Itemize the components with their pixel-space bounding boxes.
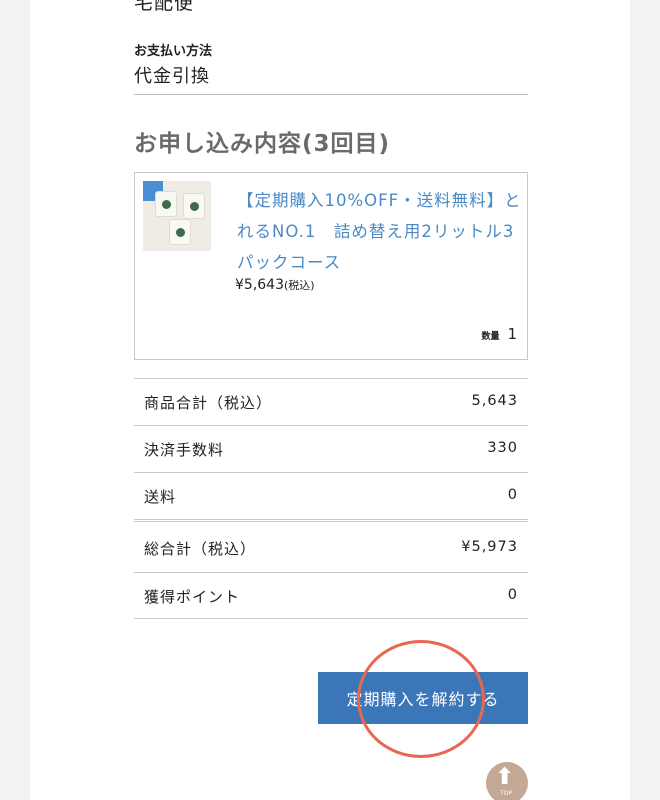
- shipping-method-value: 宅配便: [134, 0, 195, 14]
- summary-row-fee: 決済手数料 330: [134, 425, 528, 472]
- right-gutter: [630, 0, 660, 800]
- product-card: 【定期購入10%OFF・送料無料】とれるNO.1 詰め替え用2リットル3パックコ…: [134, 172, 528, 360]
- summary-row-subtotal: 商品合計（税込） 5,643: [134, 378, 528, 425]
- summary-label: 獲得ポイント: [144, 588, 241, 606]
- left-gutter: [0, 0, 30, 800]
- summary-row-total: 総合計（税込） ¥5,973: [134, 519, 528, 572]
- product-quantity: 数量 1: [481, 325, 517, 343]
- back-to-top-button[interactable]: ⬆ TOP: [486, 762, 528, 800]
- payment-method-label: お支払い方法: [134, 44, 213, 59]
- quantity-label: 数量: [481, 332, 500, 342]
- summary-value: 330: [487, 440, 518, 456]
- product-price-tax: (税込): [284, 279, 315, 292]
- top-label: TOP: [500, 790, 513, 797]
- summary-label: 決済手数料: [144, 441, 225, 459]
- summary-value: 0: [507, 587, 518, 603]
- summary-value: 5,643: [471, 393, 518, 409]
- order-summary: 商品合計（税込） 5,643 決済手数料 330 送料 0 総合計（税込） ¥5…: [134, 378, 528, 619]
- summary-value: ¥5,973: [461, 539, 518, 555]
- summary-label: 商品合計（税込）: [144, 394, 273, 412]
- arrow-up-icon: ⬆: [495, 764, 515, 790]
- pouch-icon: [155, 191, 177, 217]
- pouch-icon: [169, 219, 191, 245]
- product-thumbnail[interactable]: [143, 181, 211, 251]
- cancel-subscription-button[interactable]: 定期購入を解約する: [318, 672, 528, 724]
- product-price: ¥5,643(税込): [235, 277, 315, 293]
- product-name-link[interactable]: 【定期購入10%OFF・送料無料】とれるNO.1 詰め替え用2リットル3パックコ…: [237, 185, 522, 278]
- summary-row-points: 獲得ポイント 0: [134, 572, 528, 619]
- payment-method-value: 代金引換: [134, 66, 210, 87]
- pouch-icon: [183, 193, 205, 219]
- order-section-title: お申し込み内容(3回目): [134, 131, 391, 157]
- divider: [134, 94, 528, 95]
- summary-label: 総合計（税込）: [144, 540, 257, 558]
- summary-label: 送料: [144, 488, 177, 506]
- quantity-value: 1: [507, 325, 517, 343]
- summary-row-shipping: 送料 0: [134, 472, 528, 519]
- summary-value: 0: [507, 487, 518, 503]
- product-price-value: ¥5,643: [235, 277, 284, 293]
